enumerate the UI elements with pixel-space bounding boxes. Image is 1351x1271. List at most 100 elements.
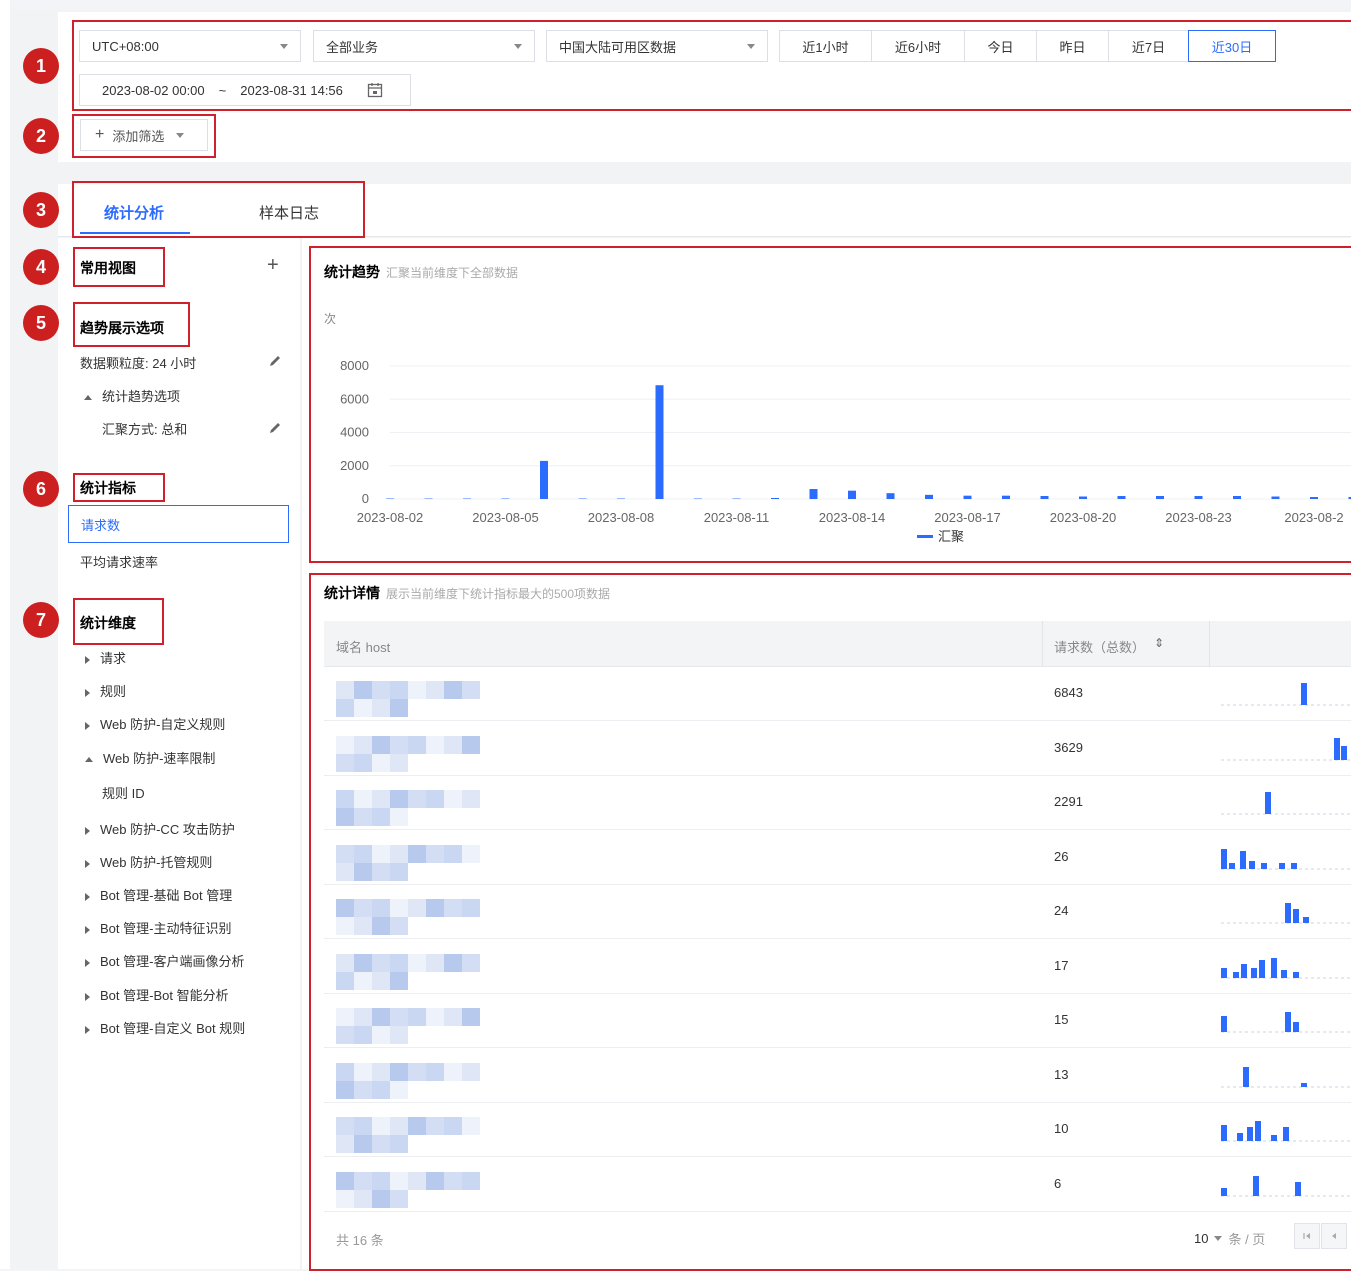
dimension-item[interactable]: Bot 管理-客户端画像分析: [85, 951, 244, 970]
redacted-host-pixel: [372, 1008, 390, 1026]
chevron-down-icon: [514, 44, 522, 49]
first-page-button[interactable]: [1294, 1223, 1320, 1249]
table-row[interactable]: 10: [324, 1103, 1351, 1157]
range-label: 近6小时: [895, 37, 941, 56]
table-row[interactable]: 3629: [324, 722, 1351, 776]
table-row[interactable]: 13: [324, 1049, 1351, 1103]
sparkline-bar: [1251, 968, 1257, 978]
redacted-host-pixel: [390, 681, 408, 699]
range-today[interactable]: 今日: [964, 30, 1037, 62]
chevron-down-icon: [1214, 1236, 1222, 1241]
redacted-host-pixel: [444, 1063, 462, 1081]
caret-right-icon: [85, 959, 90, 967]
redacted-host-pixel: [462, 1008, 480, 1026]
caret-right-icon: [85, 656, 90, 664]
redacted-host-pixel: [336, 1135, 354, 1153]
sparkline-bar: [1249, 861, 1255, 869]
range-7d[interactable]: 近7日: [1108, 30, 1189, 62]
dimension-item[interactable]: Bot 管理-主动特征识别: [85, 918, 231, 937]
date-range-picker[interactable]: 2023-08-02 00:00 ~ 2023-08-31 14:56: [79, 74, 411, 106]
left-edge: [0, 0, 10, 1269]
edit-icon[interactable]: [268, 354, 282, 368]
dimension-item[interactable]: 规则: [85, 681, 126, 700]
sparkline-bar: [1271, 958, 1277, 978]
add-filter-button[interactable]: + 添加筛选: [80, 119, 208, 151]
redacted-host-pixel: [390, 845, 408, 863]
metric-avg-rate[interactable]: 平均请求速率: [80, 552, 158, 571]
sparkline-bar: [1301, 683, 1307, 705]
range-label: 近30日: [1212, 37, 1252, 56]
dimension-item[interactable]: Web 防护-CC 攻击防护: [85, 819, 235, 838]
sparkline-bar: [1271, 1135, 1277, 1141]
col-count[interactable]: 请求数（总数）: [1054, 637, 1145, 656]
prev-page-button[interactable]: [1321, 1223, 1347, 1249]
redacted-host-pixel: [372, 954, 390, 972]
calendar-icon[interactable]: [367, 82, 383, 98]
dimension-item[interactable]: Bot 管理-基础 Bot 管理: [85, 885, 232, 904]
range-yesterday[interactable]: 昨日: [1036, 30, 1109, 62]
region-select[interactable]: 中国大陆可用区数据: [546, 30, 768, 62]
sort-icon[interactable]: ⇕: [1154, 636, 1164, 650]
redacted-host-pixel: [336, 917, 354, 935]
dimension-item[interactable]: Web 防护-自定义规则: [85, 714, 225, 733]
x-tick-label: 2023-08-23: [1165, 510, 1232, 525]
redacted-host-pixel: [372, 736, 390, 754]
dimension-item[interactable]: 规则 ID: [102, 783, 145, 802]
sparkline-bar: [1221, 1188, 1227, 1196]
table-row[interactable]: 24: [324, 885, 1351, 939]
redacted-host-pixel: [462, 1117, 480, 1135]
dimension-item[interactable]: Web 防护-速率限制: [85, 748, 215, 767]
dimension-item[interactable]: Web 防护-托管规则: [85, 852, 212, 871]
dimension-item[interactable]: Bot 管理-自定义 Bot 规则: [85, 1018, 245, 1037]
table-row[interactable]: 26: [324, 831, 1351, 885]
tab-sample-logs[interactable]: 样本日志: [259, 202, 319, 223]
tab-active-indicator: [80, 232, 190, 234]
chart-bar: [1118, 496, 1126, 499]
dimensions-title: 统计维度: [80, 613, 136, 633]
table-row[interactable]: 2291: [324, 776, 1351, 830]
table-row[interactable]: 15: [324, 994, 1351, 1048]
dimension-label: Bot 管理-基础 Bot 管理: [100, 888, 232, 903]
legend-label: 汇聚: [938, 529, 964, 544]
redacted-host-pixel: [354, 954, 372, 972]
chevron-down-icon: [280, 44, 288, 49]
x-tick-label: 2023-08-20: [1050, 510, 1117, 525]
table-row[interactable]: 17: [324, 940, 1351, 994]
chart-bar: [1272, 497, 1280, 499]
trend-sub-toggle[interactable]: 统计趋势选项: [84, 386, 180, 405]
redacted-host-pixel: [354, 699, 372, 717]
table-row[interactable]: 6: [324, 1158, 1351, 1212]
chevron-down-icon: [747, 44, 755, 49]
dimension-label: 规则: [100, 684, 126, 699]
request-count: 6843: [1054, 685, 1083, 700]
redacted-host-pixel: [354, 972, 372, 990]
details-title: 统计详情展示当前维度下统计指标最大的500项数据: [324, 583, 610, 603]
chart-bar: [964, 496, 972, 499]
caret-right-icon: [85, 827, 90, 835]
timezone-select[interactable]: UTC+08:00: [79, 30, 301, 62]
redacted-host-pixel: [336, 845, 354, 863]
tab-panel: [58, 184, 1351, 236]
range-6h[interactable]: 近6小时: [871, 30, 965, 62]
annotation-badge-4: 4: [23, 249, 59, 285]
sparkline-bar: [1255, 1121, 1261, 1141]
chart-bar: [1041, 496, 1049, 499]
redacted-host-pixel: [336, 1081, 354, 1099]
redacted-host-pixel: [336, 1117, 354, 1135]
dimension-item[interactable]: Bot 管理-Bot 智能分析: [85, 985, 229, 1004]
y-tick-label: 2000: [340, 458, 369, 473]
page-size-select[interactable]: 10 条 / 页: [1194, 1229, 1265, 1248]
dimension-item[interactable]: 请求: [85, 648, 126, 667]
redacted-host-pixel: [354, 790, 372, 808]
table-row[interactable]: 6843: [324, 667, 1351, 721]
annotation-badge-2: 2: [23, 118, 59, 154]
edit-icon[interactable]: [268, 421, 282, 435]
redacted-host-pixel: [390, 899, 408, 917]
add-view-icon[interactable]: +: [267, 254, 279, 277]
range-30d[interactable]: 近30日: [1188, 30, 1276, 62]
metric-requests[interactable]: 请求数: [68, 505, 289, 543]
dimension-label: Web 防护-托管规则: [100, 855, 212, 870]
range-1h[interactable]: 近1小时: [779, 30, 872, 62]
tab-statistics[interactable]: 统计分析: [104, 202, 164, 223]
business-select[interactable]: 全部业务: [313, 30, 535, 62]
